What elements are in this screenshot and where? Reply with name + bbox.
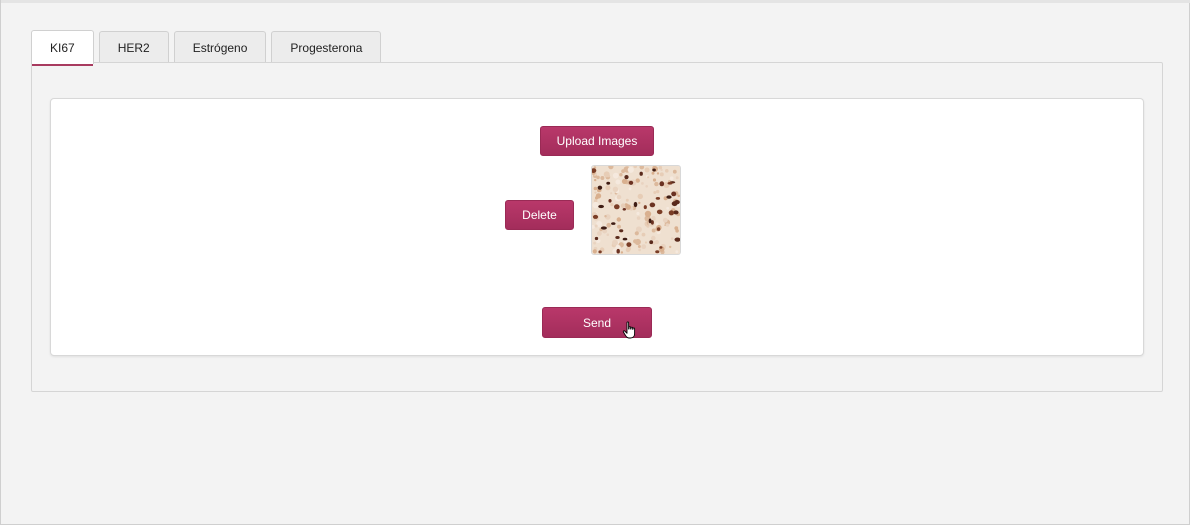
tab-her2[interactable]: HER2 (98, 31, 169, 63)
delete-button[interactable]: Delete (505, 200, 574, 230)
tab-progesterona[interactable]: Progesterona (271, 31, 382, 63)
histology-image-icon (592, 166, 680, 254)
image-thumbnail[interactable] (591, 165, 681, 255)
upload-images-button[interactable]: Upload Images (540, 126, 654, 156)
hand-cursor-icon (622, 321, 636, 339)
tab-estrogeno[interactable]: Estrógeno (173, 31, 267, 63)
tab-ki67[interactable]: KI67 (31, 30, 94, 66)
tab-bar: KI67 HER2 Estrógeno Progesterona (31, 30, 386, 66)
top-divider (1, 0, 1190, 3)
